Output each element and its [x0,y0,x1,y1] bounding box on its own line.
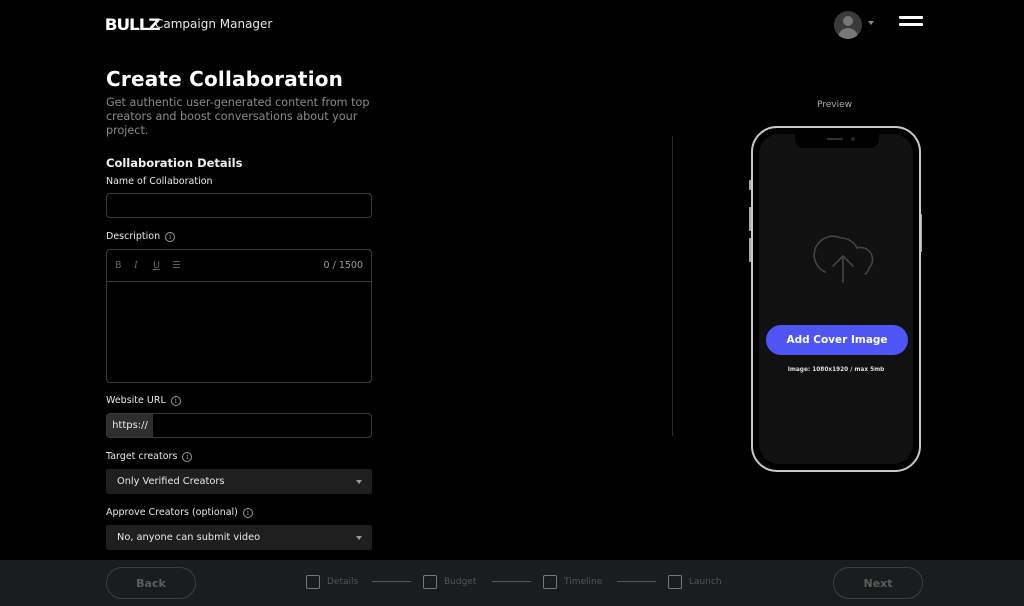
italic-button[interactable]: I [134,260,153,271]
name-label-text: Name of Collaboration [106,176,213,187]
url-prefix: https:// [107,414,153,437]
website-url-field[interactable] [153,414,371,437]
info-icon[interactable]: i [182,451,193,462]
step-connector [372,581,411,582]
wizard-footer: Back Details Budget Timeline Launch Next [0,560,1024,606]
step-launch[interactable]: Launch [668,575,722,589]
cover-image-hint: Image: 1080x1920 / max 5mb [787,367,885,373]
target-creators-value: Only Verified Creators [117,476,225,487]
step-budget[interactable]: Budget [423,575,476,589]
checkbox-icon [543,575,557,589]
approve-creators-value: No, anyone can submit video [117,532,261,543]
step-label: Details [327,577,359,587]
info-icon[interactable]: i [165,231,176,242]
step-label: Launch [689,577,722,587]
preview-label: Preview [817,100,853,110]
hamburger-menu-icon[interactable] [899,16,923,28]
approve-creators-label-text: Approve Creators (optional) [106,507,238,518]
step-details[interactable]: Details [306,575,358,589]
name-label: Name of Collaboration [106,176,213,187]
page-title: Create Collaboration [106,67,344,91]
step-timeline[interactable]: Timeline [543,575,602,589]
app-title: Campaign Manager [155,17,273,31]
bullz-logo[interactable]: BULLZ [105,15,161,34]
caret-down-icon[interactable] [868,21,874,25]
underline-button[interactable]: U [153,260,172,271]
info-icon[interactable]: i [170,395,181,406]
next-button[interactable]: Next [833,567,923,599]
phone-screen: Add Cover Image Image: 1080x1920 / max 5… [759,134,913,464]
checkbox-icon [306,575,320,589]
list-button[interactable]: ☰ [172,260,191,271]
target-creators-label-text: Target creators [106,451,178,462]
phone-notch [795,134,879,148]
character-counter: 0 / 1500 [323,260,363,271]
step-connector [617,581,656,582]
step-label: Budget [444,577,477,587]
avatar-head [843,16,853,26]
top-header: BULLZ Campaign Manager [0,0,1024,50]
target-creators-label: Target creators i [106,451,193,462]
name-field[interactable] [107,195,371,218]
name-field-wrapper [106,193,372,218]
page-subtitle: Get authentic user-generated content fro… [106,96,370,137]
website-url-field-wrapper: https:// [106,413,372,438]
avatar-body [838,28,858,39]
description-label: Description i [106,231,176,242]
description-editor: B I U ☰ 0 / 1500 [106,249,372,383]
add-cover-image-button[interactable]: Add Cover Image [766,325,908,355]
vertical-divider [672,136,673,436]
editor-toolbar: B I U ☰ 0 / 1500 [107,250,371,282]
description-label-text: Description [106,231,161,242]
checkbox-icon [423,575,437,589]
approve-creators-select[interactable]: No, anyone can submit video [106,525,372,550]
step-label: Timeline [564,577,603,587]
caret-down-icon [356,536,362,540]
info-icon[interactable]: i [242,507,253,518]
target-creators-select[interactable]: Only Verified Creators [106,469,372,494]
step-connector [492,581,531,582]
checkbox-icon [668,575,682,589]
approve-creators-label: Approve Creators (optional) i [106,507,253,518]
description-textarea[interactable] [107,282,371,382]
caret-down-icon [356,480,362,484]
section-title: Collaboration Details [106,156,243,170]
website-label: Website URL i [106,395,181,406]
bold-button[interactable]: B [115,260,134,271]
user-avatar-icon[interactable] [834,11,862,39]
back-button[interactable]: Back [106,567,196,599]
phone-preview: Add Cover Image Image: 1080x1920 / max 5… [751,126,921,472]
website-label-text: Website URL [106,395,166,406]
cloud-upload-icon[interactable] [811,230,875,288]
